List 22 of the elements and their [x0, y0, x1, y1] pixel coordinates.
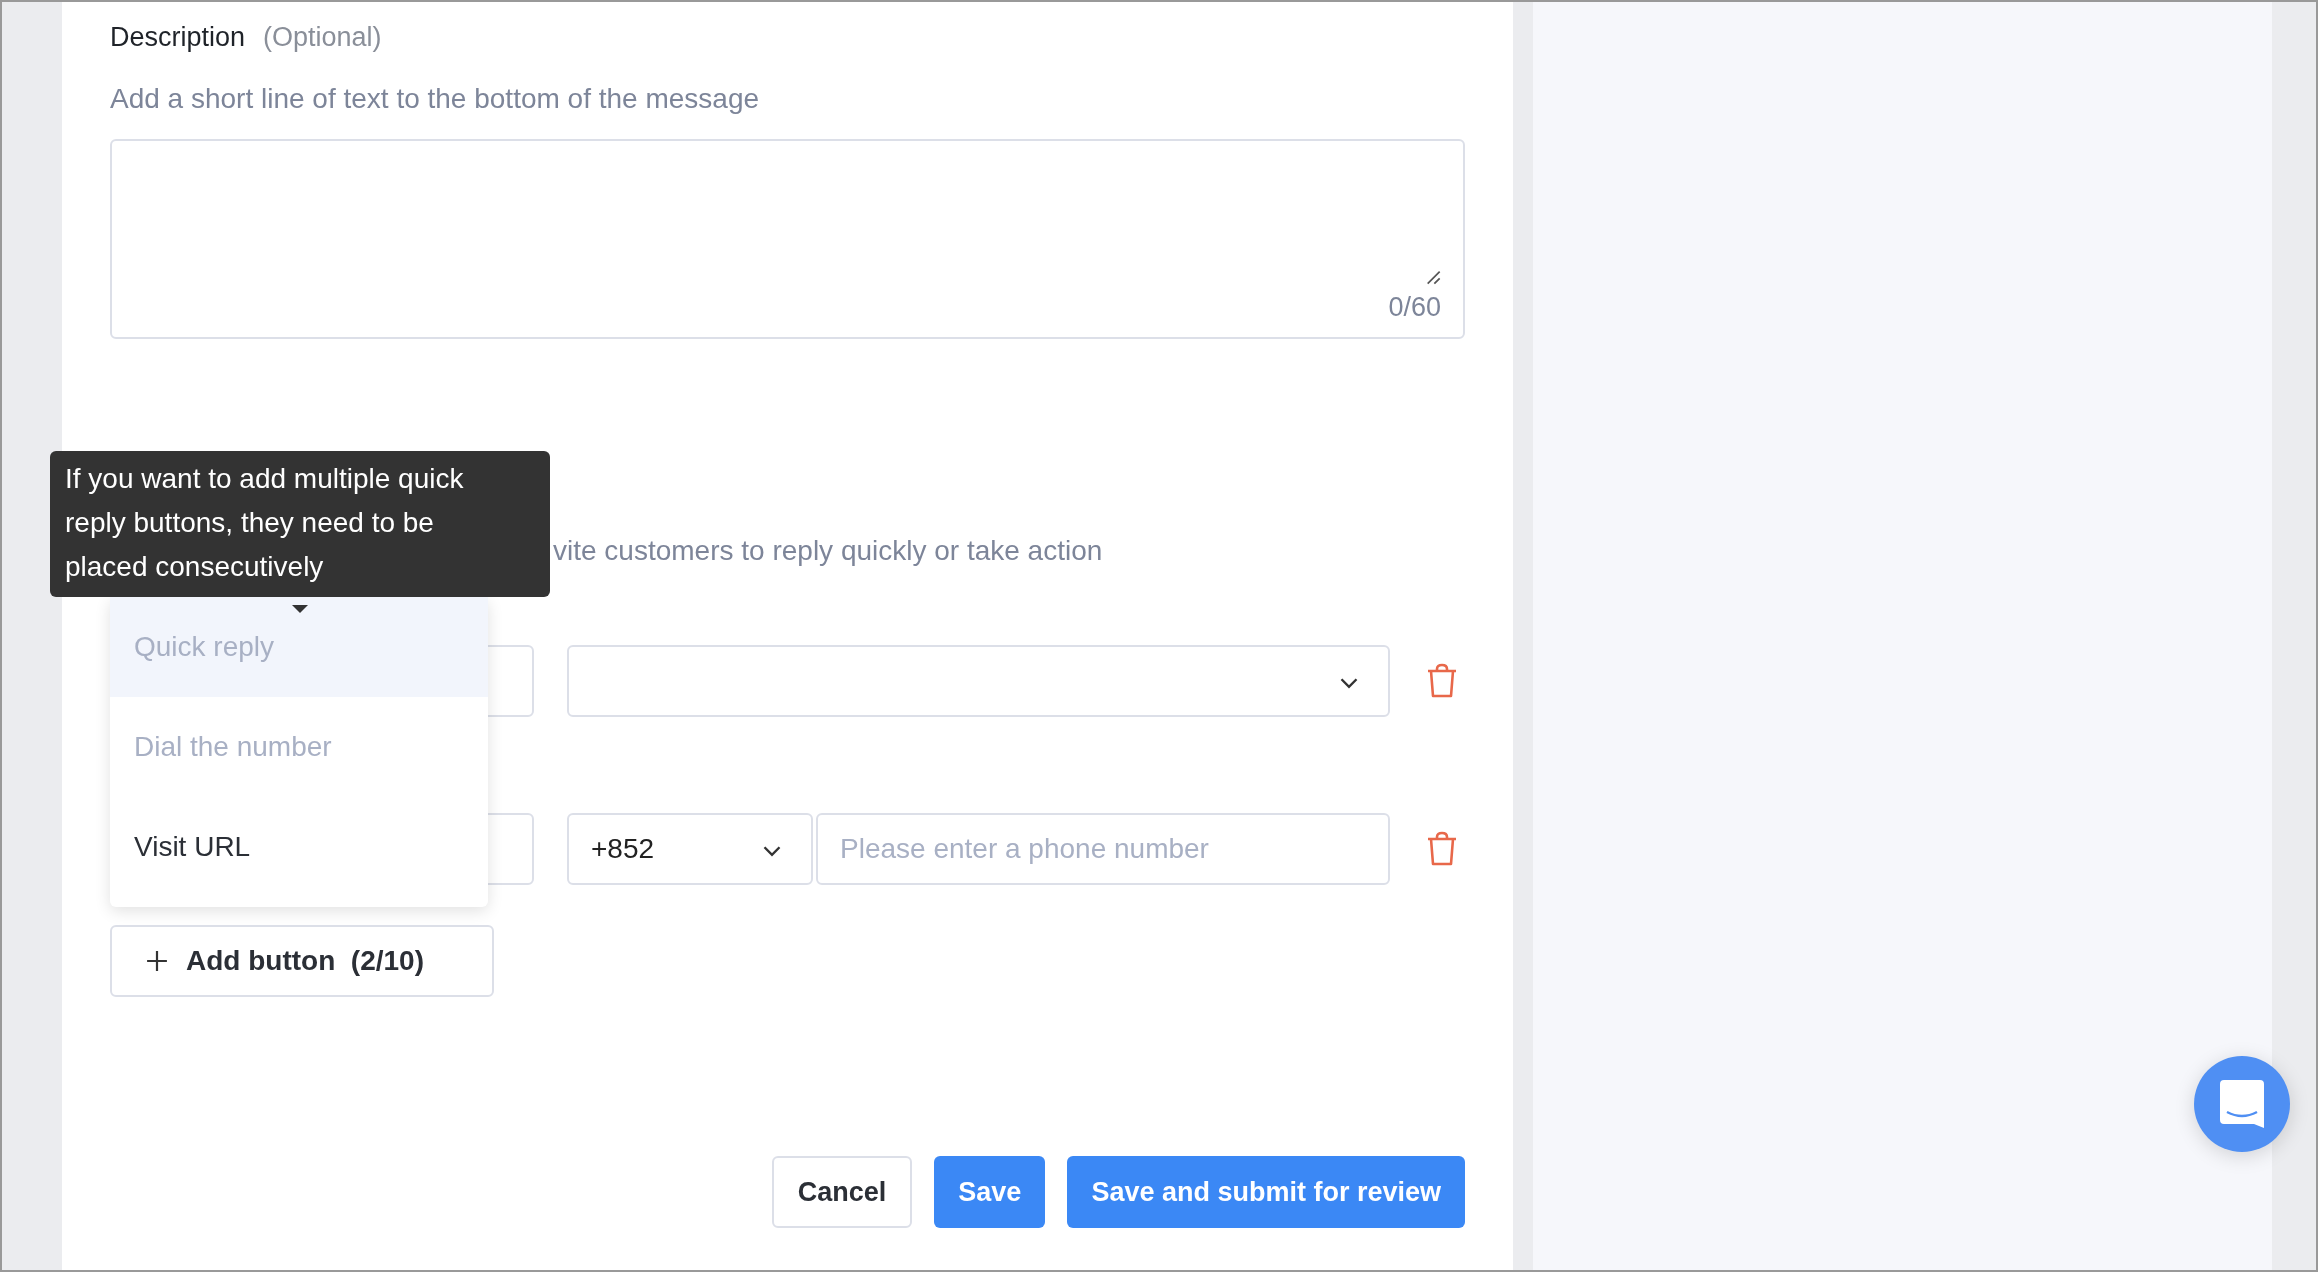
- chevron-down-icon: [763, 845, 781, 857]
- chat-bubble-icon: [2220, 1080, 2264, 1128]
- tooltip: If you want to add multiple quick reply buttons, they need to be placed consecutively: [50, 451, 550, 597]
- save-button[interactable]: Save: [934, 1156, 1046, 1228]
- description-field[interactable]: 0/60: [110, 139, 1465, 339]
- menu-option[interactable]: Visit URL: [110, 797, 488, 897]
- tooltip-pointer: [292, 605, 308, 613]
- cancel-button[interactable]: Cancel: [771, 1156, 913, 1228]
- optional-label: (Optional): [263, 22, 382, 53]
- resize-handle-icon[interactable]: [1425, 269, 1441, 285]
- field-label: Description: [110, 22, 246, 53]
- field-hint: Add a short line of text to the bottom of the message: [110, 83, 761, 115]
- chevron-down-icon: [1340, 677, 1358, 689]
- delete-icon[interactable]: [1426, 831, 1458, 867]
- add-button[interactable]: Add button (2/10): [110, 925, 494, 997]
- submit-button[interactable]: Save and submit for review: [1067, 1156, 1465, 1228]
- character-counter: 0/60: [1388, 292, 1441, 323]
- country-code-select[interactable]: +852: [567, 813, 813, 885]
- field-hint: vite customers to reply quickly or take action: [553, 535, 1103, 566]
- delete-icon[interactable]: [1426, 663, 1458, 699]
- phone-number-field[interactable]: Please enter a phone number: [816, 813, 1390, 885]
- plus-icon: [146, 950, 168, 972]
